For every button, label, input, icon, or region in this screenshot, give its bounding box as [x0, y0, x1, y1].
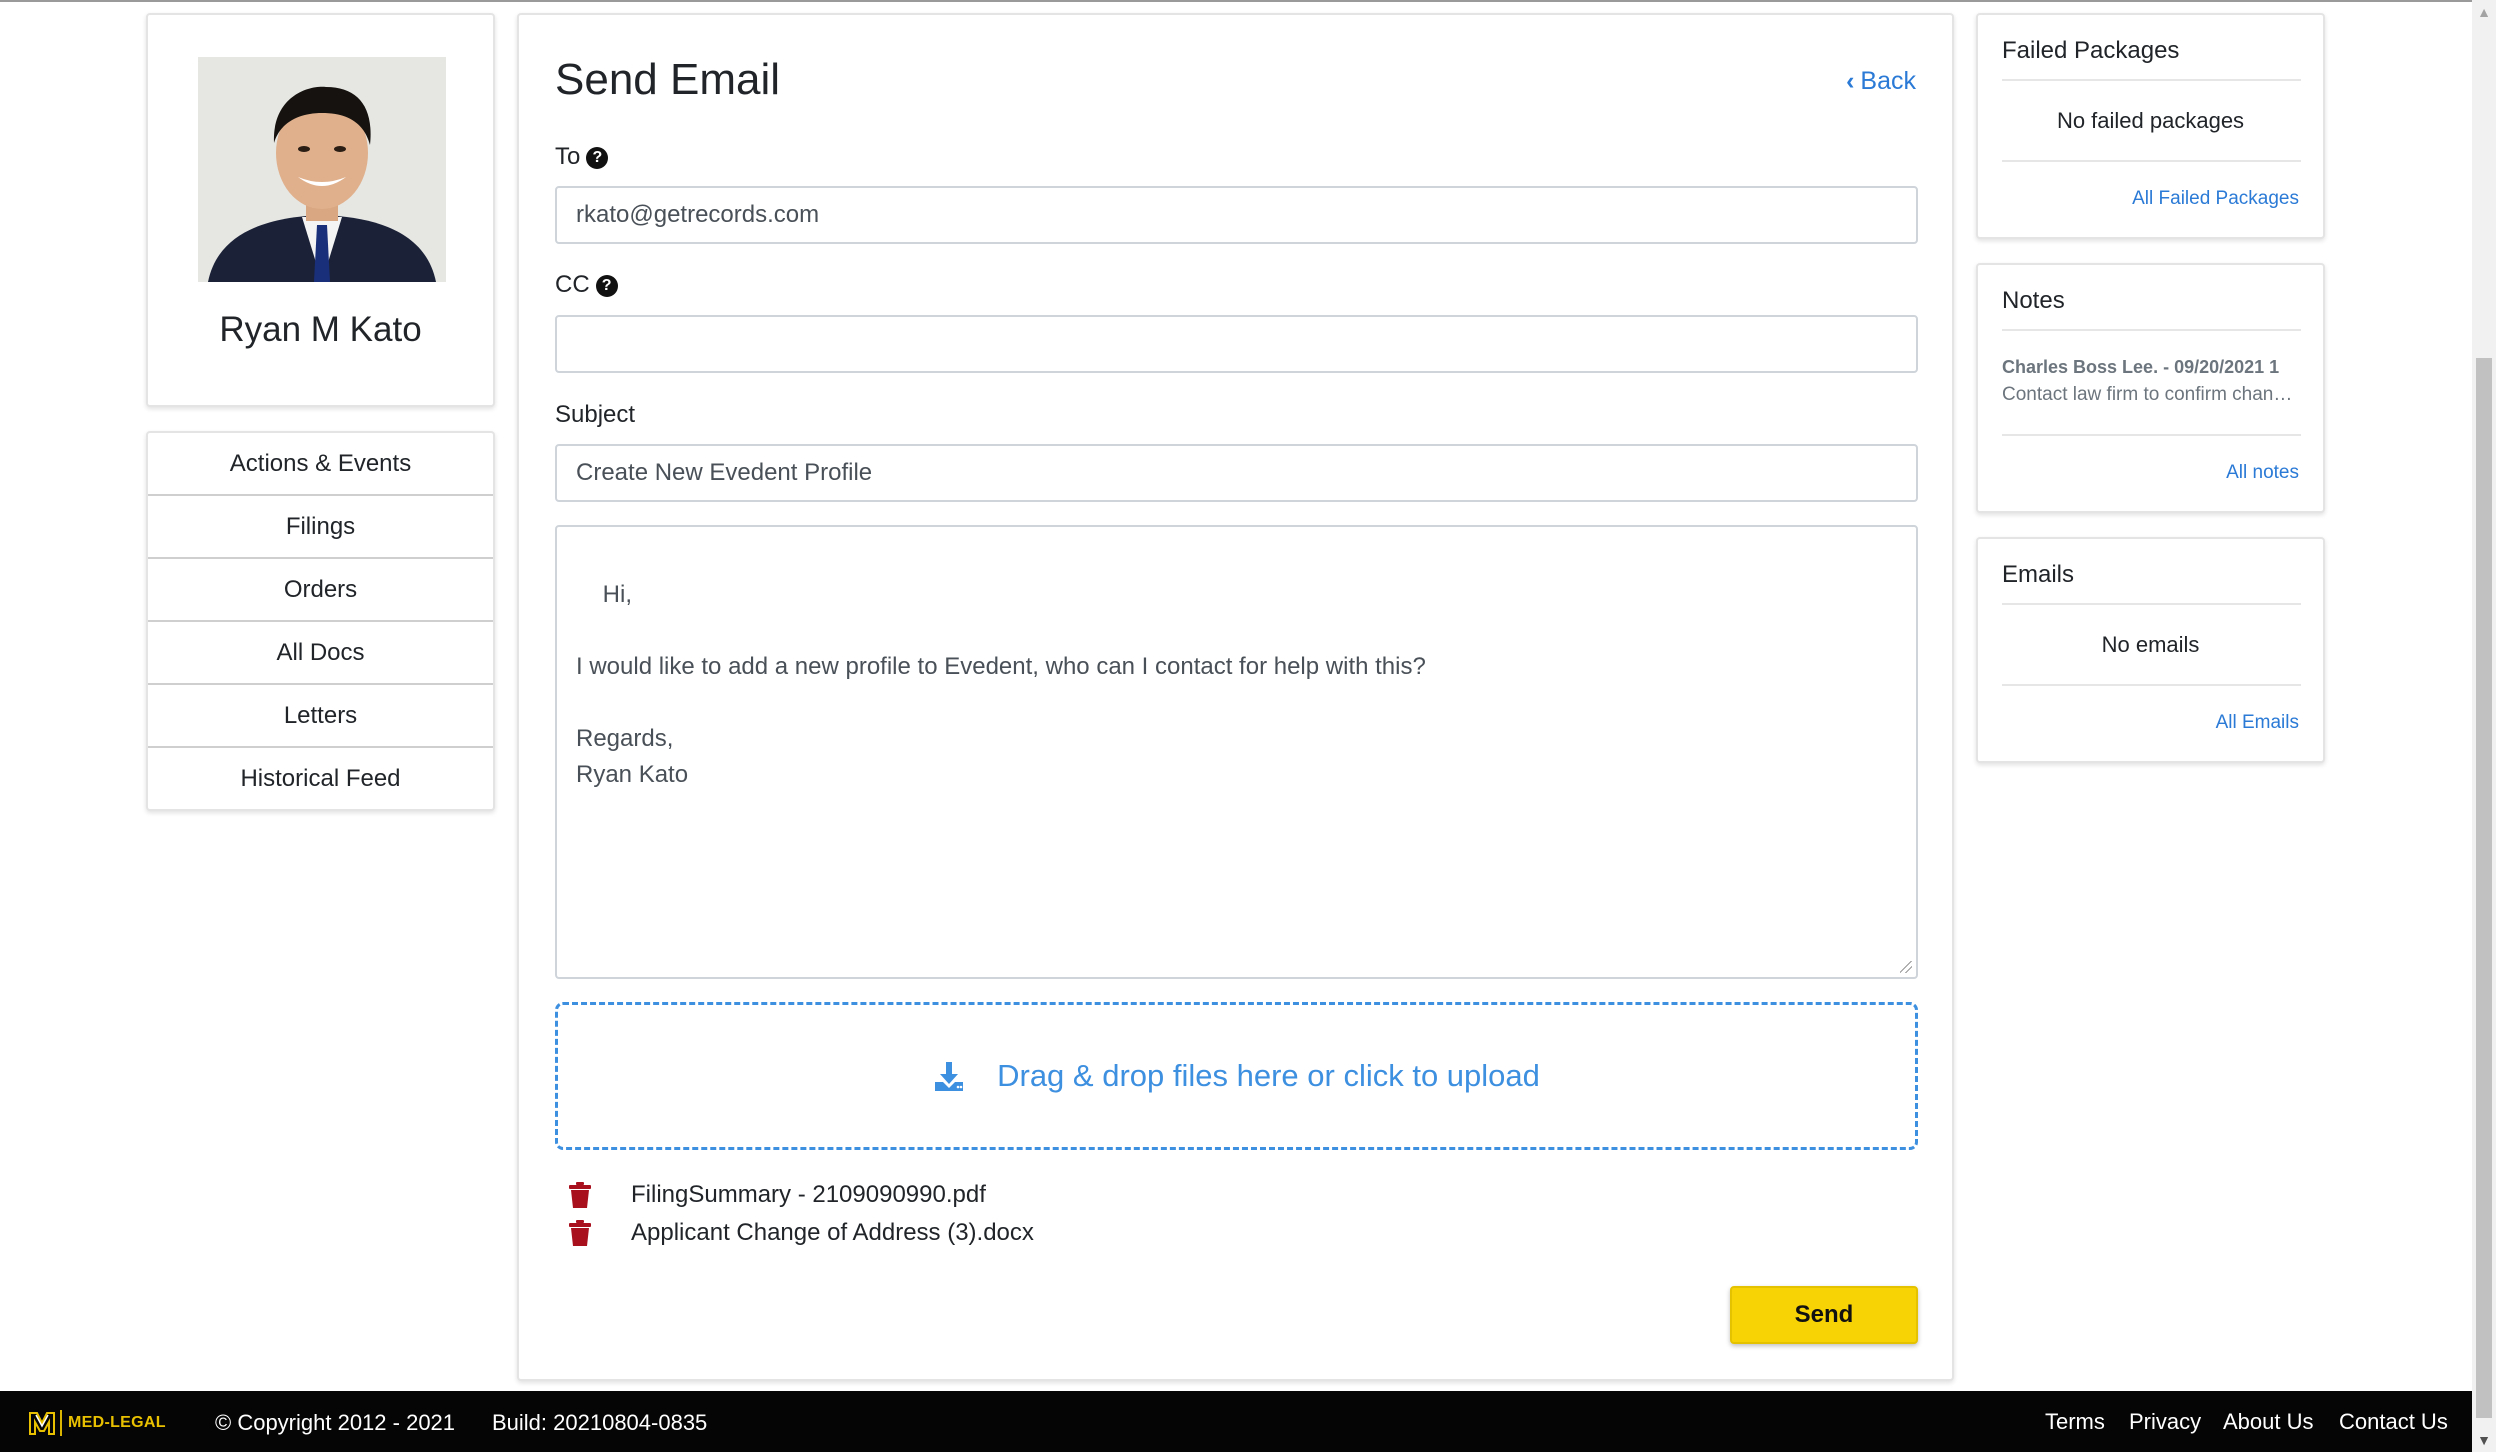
- resize-handle[interactable]: [1900, 961, 1912, 973]
- scroll-thumb[interactable]: [2476, 358, 2492, 1418]
- email-body-text: Hi, I would like to add a new profile to…: [576, 581, 1426, 788]
- trash-icon[interactable]: [569, 1220, 591, 1246]
- cc-label: CC: [555, 271, 590, 298]
- divider: [2002, 160, 2301, 162]
- file-dropzone[interactable]: Drag & drop files here or click to uploa…: [555, 1002, 1918, 1150]
- med-legal-logo[interactable]: MED-LEGAL: [28, 1409, 166, 1437]
- attachment-name: Applicant Change of Address (3).docx: [631, 1219, 1034, 1246]
- back-link[interactable]: ‹ Back: [1846, 67, 1916, 96]
- page-scrollbar[interactable]: ▲ ▼: [2472, 0, 2496, 1452]
- subject-field[interactable]: Create New Evedent Profile: [555, 444, 1918, 502]
- scroll-up-icon[interactable]: ▲: [2472, 0, 2496, 24]
- page-title: Send Email: [555, 55, 781, 104]
- nav-item-actions-events[interactable]: Actions & Events: [148, 433, 493, 496]
- help-icon[interactable]: ?: [595, 275, 618, 297]
- nav-item-orders[interactable]: Orders: [148, 559, 493, 622]
- notes-widget: Notes Charles Boss Lee. - 09/20/2021 1 C…: [1976, 263, 2325, 513]
- all-emails-link[interactable]: All Emails: [2216, 712, 2299, 734]
- profile-card: Ryan M Kato: [146, 13, 495, 407]
- to-label-row: To?: [555, 143, 609, 171]
- profile-name: Ryan M Kato: [219, 310, 422, 349]
- send-button[interactable]: Send: [1730, 1286, 1918, 1344]
- empty-message: No failed packages: [2056, 108, 2245, 133]
- send-email-card: Send Email ‹ Back To? rkato@getrecords.co…: [517, 13, 1954, 1381]
- divider: [2002, 79, 2301, 81]
- nav-item-letters[interactable]: Letters: [148, 685, 493, 748]
- logo-separator: [60, 1410, 62, 1436]
- note-author: Charles Boss Lee. - 09/20/2021 1: [2002, 357, 2280, 377]
- widget-title: Emails: [2002, 561, 2075, 588]
- copyright-text: © Copyright 2012 - 2021: [215, 1410, 456, 1435]
- top-border: [0, 0, 2472, 2]
- cc-field[interactable]: [555, 315, 1918, 373]
- to-label: To: [555, 143, 581, 170]
- divider: [2002, 684, 2301, 686]
- help-icon[interactable]: ?: [586, 147, 609, 169]
- dropzone-text: Drag & drop files here or click to uploa…: [997, 1058, 1540, 1093]
- nav-item-filings[interactable]: Filings: [148, 496, 493, 559]
- back-label: Back: [1860, 67, 1916, 95]
- divider: [2002, 329, 2301, 331]
- widget-title: Notes: [2002, 287, 2065, 314]
- divider: [2002, 603, 2301, 605]
- subject-label: Subject: [555, 401, 636, 428]
- build-text: Build: 20210804-0835: [492, 1410, 708, 1435]
- nav-item-historical-feed[interactable]: Historical Feed: [148, 748, 493, 811]
- footer-link-about-us[interactable]: About Us: [2223, 1409, 2314, 1435]
- footer-link-contact-us[interactable]: Contact Us: [2339, 1409, 2448, 1435]
- all-failed-packages-link[interactable]: All Failed Packages: [2132, 188, 2299, 210]
- logo-text: MED-LEGAL: [68, 1414, 166, 1431]
- to-field[interactable]: rkato@getrecords.com: [555, 186, 1918, 244]
- email-body-textarea[interactable]: Hi, I would like to add a new profile to…: [555, 525, 1918, 979]
- all-notes-link[interactable]: All notes: [2226, 462, 2299, 484]
- side-nav: Actions & Events Filings Orders All Docs…: [146, 431, 495, 811]
- cc-label-row: CC?: [555, 271, 618, 299]
- failed-packages-widget: Failed Packages No failed packages All F…: [1976, 13, 2325, 239]
- attachment-name: FilingSummary - 2109090990.pdf: [631, 1181, 986, 1208]
- widget-title: Failed Packages: [2002, 37, 2180, 64]
- logo-mark-icon: [29, 1412, 55, 1435]
- footer-link-privacy[interactable]: Privacy: [2129, 1409, 2201, 1435]
- trash-icon[interactable]: [569, 1182, 591, 1208]
- profile-photo: [198, 57, 446, 282]
- chevron-left-icon: ‹: [1846, 67, 1855, 95]
- footer-link-terms[interactable]: Terms: [2045, 1409, 2105, 1435]
- attachment-item: FilingSummary - 2109090990.pdf: [569, 1178, 986, 1212]
- attachment-item: Applicant Change of Address (3).docx: [569, 1216, 1034, 1250]
- divider: [2002, 434, 2301, 436]
- nav-item-all-docs[interactable]: All Docs: [148, 622, 493, 685]
- download-icon: [935, 1062, 964, 1091]
- emails-widget: Emails No emails All Emails: [1976, 537, 2325, 763]
- note-text[interactable]: Contact law firm to confirm change of ad…: [2002, 384, 2301, 406]
- scroll-down-icon[interactable]: ▼: [2472, 1428, 2496, 1452]
- empty-message: No emails: [2101, 632, 2200, 657]
- footer: MED-LEGAL © Copyright 2012 - 2021 Build:…: [0, 1391, 2472, 1452]
